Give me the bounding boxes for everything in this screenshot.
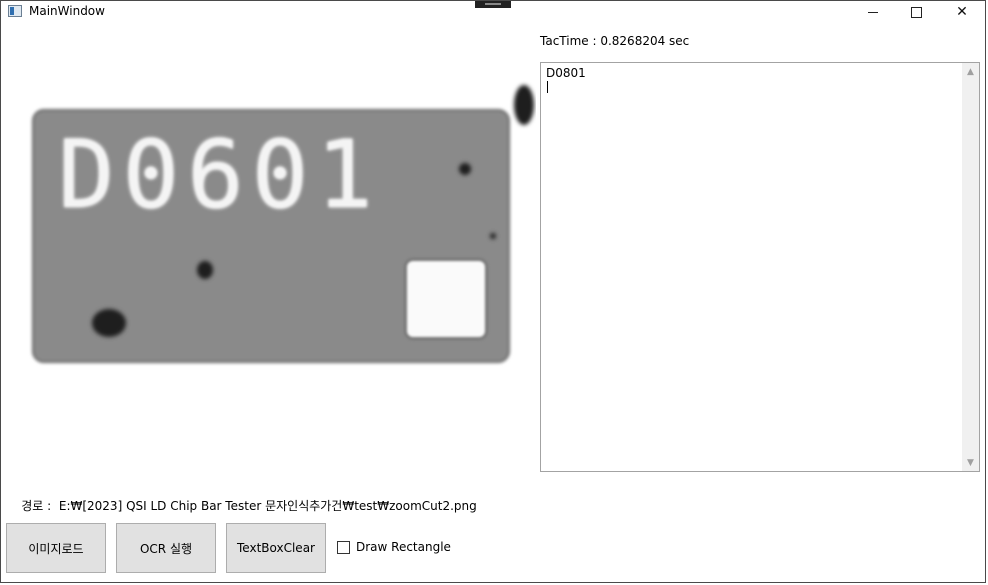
image-speck bbox=[459, 163, 471, 175]
ocr-result-text: D0801 bbox=[546, 66, 586, 96]
window-title: MainWindow bbox=[29, 4, 105, 18]
load-image-button[interactable]: 이미지로드 bbox=[6, 523, 106, 573]
chip-marker-square bbox=[407, 261, 485, 337]
image-preview: D0601 bbox=[4, 23, 536, 471]
draw-rectangle-label: Draw Rectangle bbox=[356, 540, 451, 554]
close-icon: ✕ bbox=[956, 4, 968, 20]
draw-rectangle-option[interactable]: Draw Rectangle bbox=[337, 540, 451, 554]
minimize-button[interactable] bbox=[850, 1, 896, 23]
image-speck bbox=[514, 85, 534, 125]
scroll-up-icon[interactable]: ▲ bbox=[962, 63, 979, 80]
textbox-clear-button[interactable]: TextBoxClear bbox=[226, 523, 326, 573]
image-speck bbox=[92, 309, 126, 337]
tactime-label: TacTime : 0.8268204 sec bbox=[540, 34, 690, 48]
chip-image-text: D0601 bbox=[58, 121, 381, 230]
scroll-down-icon[interactable]: ▼ bbox=[962, 454, 979, 471]
text-caret bbox=[547, 81, 548, 93]
main-window: MainWindow ✕ TacTime : 0.8268204 sec D06… bbox=[0, 0, 986, 583]
minimize-icon bbox=[868, 12, 878, 13]
image-speck bbox=[197, 261, 213, 279]
title-bar[interactable]: MainWindow ✕ bbox=[1, 1, 985, 23]
ocr-result-textbox[interactable]: D0801 ▲ ▼ bbox=[540, 62, 980, 472]
file-path: 경로 : E:₩[2023] QSI LD Chip Bar Tester 문자… bbox=[6, 483, 477, 528]
drag-handle[interactable] bbox=[475, 1, 511, 8]
path-label: 경로 : bbox=[21, 499, 52, 513]
draw-rectangle-checkbox[interactable] bbox=[337, 540, 350, 554]
app-icon bbox=[8, 5, 22, 17]
vertical-scrollbar[interactable]: ▲ ▼ bbox=[962, 63, 979, 471]
path-value: E:₩[2023] QSI LD Chip Bar Tester 문자인식추가건… bbox=[58, 499, 477, 513]
run-ocr-button[interactable]: OCR 실행 bbox=[116, 523, 216, 573]
maximize-icon bbox=[910, 6, 922, 18]
close-button[interactable]: ✕ bbox=[939, 1, 985, 23]
image-speck bbox=[490, 233, 496, 239]
maximize-button[interactable] bbox=[893, 1, 939, 23]
